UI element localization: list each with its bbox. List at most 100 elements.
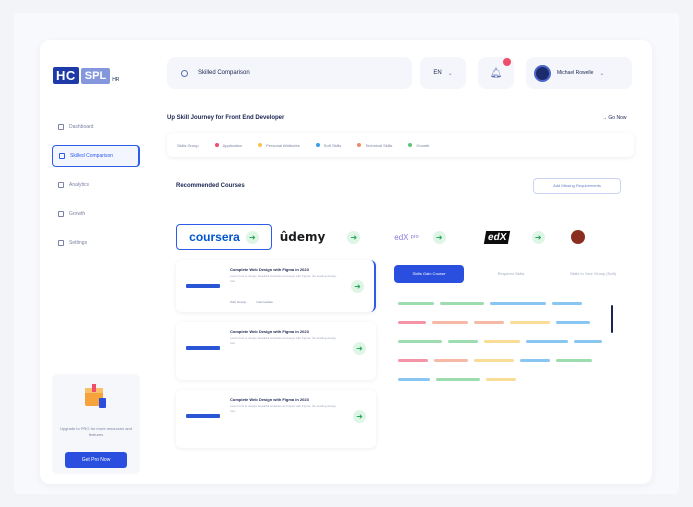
course-title: Complete Web Design with Figma in 2023 bbox=[230, 397, 309, 402]
skill-pill[interactable] bbox=[526, 340, 568, 343]
sidebar-item-growth[interactable]: Growth bbox=[52, 203, 140, 225]
logo-mark-secondary: SPL bbox=[80, 67, 111, 84]
course-provider-logo bbox=[186, 346, 220, 350]
bell-icon: 🔔︎ bbox=[489, 67, 503, 79]
get-pro-button[interactable]: Get Pro Now bbox=[65, 452, 127, 468]
user-menu[interactable]: Michael Rowelle ⌄ bbox=[526, 57, 632, 89]
legend-item: Growth bbox=[408, 143, 429, 148]
skill-pill[interactable] bbox=[486, 378, 516, 381]
arrow-right-icon[interactable]: ➜ bbox=[353, 342, 366, 355]
tab-skills-gain-course[interactable]: Skills Gain Course bbox=[394, 265, 464, 283]
course-description: Learn how to design beautiful websites a… bbox=[230, 404, 337, 413]
legend-item: Soft Skills bbox=[315, 143, 341, 148]
upgrade-promo-card: Upgrade to PRO for more resources and fe… bbox=[52, 374, 140, 474]
arrow-right-icon[interactable]: ➜ bbox=[347, 230, 361, 244]
course-card[interactable]: Complete Web Design with Figma in 2023 L… bbox=[176, 322, 376, 380]
skill-pill[interactable] bbox=[474, 321, 504, 324]
course-card[interactable]: Complete Web Design with Figma in 2023 L… bbox=[176, 390, 376, 448]
provider-edx-pro[interactable]: edX ᵖʳᵒ ➜ bbox=[368, 224, 472, 250]
recommended-courses-title: Recommended Courses bbox=[176, 183, 245, 189]
arrow-right-icon[interactable]: ➜ bbox=[531, 230, 545, 244]
provider-logo bbox=[571, 230, 585, 244]
skill-pill[interactable] bbox=[474, 359, 514, 362]
legend-item: Personal Attributes bbox=[258, 143, 300, 148]
skill-pill[interactable] bbox=[552, 302, 582, 305]
skill-pill[interactable] bbox=[398, 378, 430, 381]
chart-icon bbox=[58, 182, 64, 188]
course-level: Intermediate bbox=[256, 300, 273, 304]
course-title: Complete Web Design with Figma in 2023 bbox=[230, 329, 309, 334]
skills-tabs: Skills Gain Course Required Skills Skill… bbox=[394, 265, 628, 283]
scrollbar-thumb[interactable] bbox=[611, 305, 613, 333]
provider-coursera[interactable]: coursera ➜ bbox=[176, 224, 272, 250]
avatar bbox=[534, 64, 551, 82]
sidebar-item-analytics[interactable]: Analytics bbox=[52, 174, 140, 196]
logo[interactable]: HC SPL HR bbox=[53, 67, 119, 84]
skill-pill[interactable] bbox=[398, 359, 428, 362]
go-now-link[interactable]: → Go Now bbox=[602, 115, 626, 121]
notification-badge bbox=[503, 58, 511, 66]
promo-text: Upgrade to PRO for more resources and fe… bbox=[59, 426, 133, 437]
package-box-icon bbox=[85, 384, 106, 408]
sidebar: HC SPL HR Dashboard Skilled Comparison A… bbox=[40, 40, 152, 484]
skill-pill[interactable] bbox=[520, 359, 550, 362]
tab-required-skills[interactable]: Required Skills bbox=[476, 265, 546, 283]
compare-icon bbox=[59, 153, 65, 159]
skill-pill[interactable] bbox=[556, 321, 590, 324]
logo-mark: HC bbox=[53, 67, 79, 84]
skill-pill[interactable] bbox=[574, 340, 602, 343]
provider-carousel: coursera ➜ ûdemy ➜ edX ᵖʳᵒ ➜ edX ➜ bbox=[176, 223, 626, 251]
skill-pill[interactable] bbox=[556, 359, 592, 362]
tab-skills-in-group[interactable]: Skills In Your Group (Soft) bbox=[558, 265, 628, 283]
search-input[interactable]: Skilled Comparison bbox=[198, 70, 250, 76]
legend-label: Skills Group bbox=[177, 142, 199, 148]
skill-pill[interactable] bbox=[448, 340, 478, 343]
growth-icon bbox=[58, 211, 64, 217]
language-value: EN bbox=[433, 70, 442, 76]
course-provider-logo bbox=[186, 414, 220, 418]
arrow-right-icon[interactable]: ➜ bbox=[432, 230, 446, 244]
add-missing-requirements-button[interactable]: Add Missing Requirements bbox=[533, 178, 621, 194]
sidebar-item-settings[interactable]: Settings bbox=[52, 232, 140, 254]
notifications-button[interactable]: 🔔︎ bbox=[478, 57, 514, 89]
sidebar-item-label: Growth bbox=[69, 211, 86, 217]
sidebar-item-dashboard[interactable]: Dashboard bbox=[52, 116, 140, 138]
search-bar[interactable]: Skilled Comparison bbox=[167, 57, 412, 89]
sidebar-item-skilled-comparison[interactable]: Skilled Comparison bbox=[52, 145, 140, 167]
course-title: Complete Web Design with Figma in 2023 bbox=[230, 267, 309, 272]
arrow-right-icon[interactable]: ➜ bbox=[353, 410, 366, 423]
language-selector[interactable]: EN ⌄ bbox=[420, 57, 466, 89]
course-description: Learn how to design beautiful websites a… bbox=[230, 274, 337, 283]
skill-pill[interactable] bbox=[490, 302, 546, 305]
sidebar-item-label: Analytics bbox=[69, 182, 90, 188]
skill-pill[interactable] bbox=[434, 359, 468, 362]
skill-pill[interactable] bbox=[440, 302, 484, 305]
course-card[interactable]: Complete Web Design with Figma in 2023 L… bbox=[176, 260, 376, 312]
skill-pill[interactable] bbox=[484, 340, 520, 343]
skill-pill[interactable] bbox=[398, 302, 434, 305]
chevron-down-icon: ⌄ bbox=[447, 70, 453, 77]
skill-pill[interactable] bbox=[398, 340, 442, 343]
journey-title: Up Skill Journey for Front End Developer bbox=[167, 115, 285, 121]
arrow-right-icon[interactable]: ➜ bbox=[351, 280, 364, 293]
chevron-down-icon: ⌄ bbox=[599, 70, 605, 77]
dashboard-icon bbox=[58, 124, 64, 130]
skill-pill[interactable] bbox=[510, 321, 550, 324]
arrow-right-icon[interactable]: ➜ bbox=[245, 230, 259, 244]
search-icon bbox=[181, 69, 188, 77]
skill-pill[interactable] bbox=[432, 321, 468, 324]
course-provider-logo bbox=[186, 284, 220, 288]
go-now-label: Go Now bbox=[608, 115, 627, 121]
edx-logo: edX bbox=[484, 230, 511, 244]
user-name: Michael Rowelle bbox=[557, 70, 594, 76]
sidebar-item-label: Settings bbox=[69, 240, 88, 246]
provider-edx[interactable]: edX ➜ bbox=[472, 224, 558, 250]
provider-udemy[interactable]: ûdemy ➜ bbox=[272, 224, 368, 250]
skills-pill-list bbox=[398, 302, 620, 472]
skill-pill[interactable] bbox=[398, 321, 426, 324]
edx-pro-logo: edX ᵖʳᵒ bbox=[394, 232, 419, 242]
skill-pill[interactable] bbox=[436, 378, 480, 381]
skills-group-legend: Skills Group Application Personal Attrib… bbox=[167, 133, 634, 157]
gear-icon bbox=[58, 240, 64, 246]
provider-other[interactable] bbox=[558, 224, 598, 250]
